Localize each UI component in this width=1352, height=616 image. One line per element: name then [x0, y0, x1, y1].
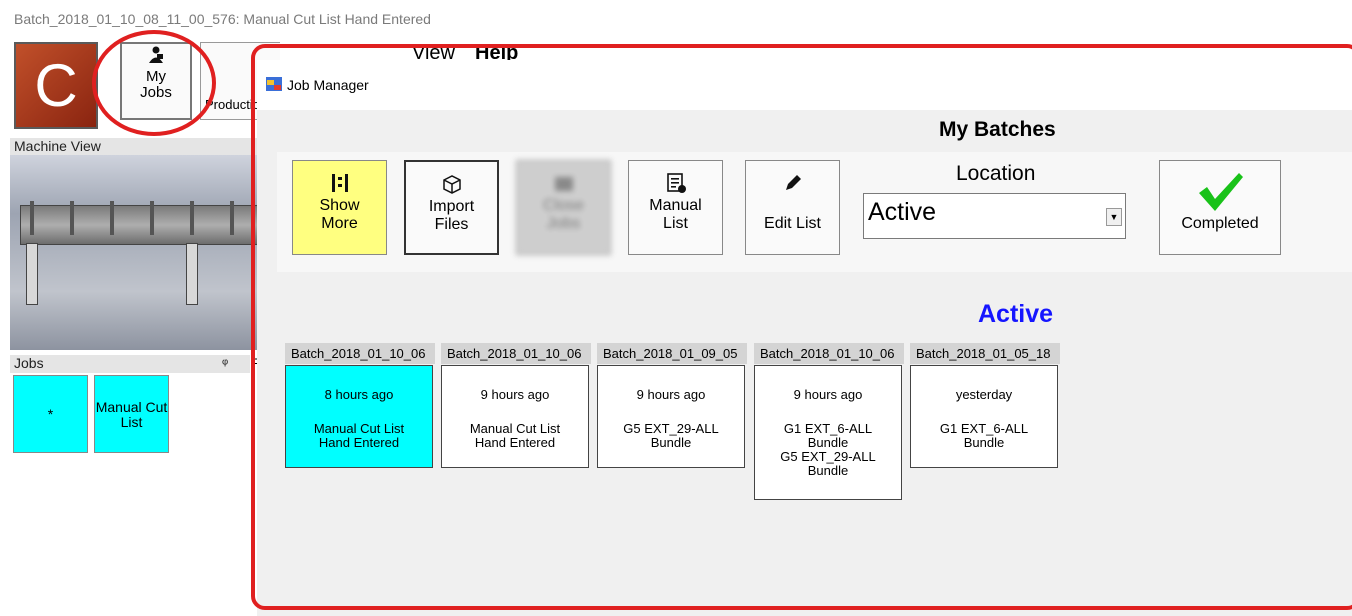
box-icon [406, 172, 497, 198]
import-files-label-1: Import [428, 198, 475, 215]
batch-desc-line: Manual Cut List [469, 421, 561, 436]
batch-time: 9 hours ago [636, 387, 706, 402]
batch-card[interactable]: 9 hours ago G1 EXT_6-ALL Bundle G5 EXT_2… [754, 365, 902, 500]
batch-tab[interactable]: Batch_2018_01_09_05 [597, 343, 747, 364]
machine-view [10, 155, 272, 350]
import-files-button[interactable]: Import Files [404, 160, 499, 255]
window-title-text: Job Manager [287, 77, 369, 93]
page-title: My Batches [939, 118, 1056, 141]
batch-desc-line: Bundle [807, 463, 849, 478]
app-logo[interactable]: C [14, 42, 98, 129]
folder-icon [517, 171, 610, 197]
batch-card-selected[interactable]: 8 hours ago Manual Cut List Hand Entered [285, 365, 433, 468]
batch-desc-line: G5 EXT_29-ALL [623, 421, 719, 436]
batch-time: 9 hours ago [480, 387, 550, 402]
machine-leg [186, 243, 198, 305]
batch-card[interactable]: 9 hours ago Manual Cut List Hand Entered [441, 365, 589, 468]
machine-post [70, 201, 74, 235]
batch-desc-line: Bundle [650, 435, 692, 450]
machine-post [30, 201, 34, 235]
machine-post [110, 201, 114, 235]
edit-list-label: Edit List [764, 215, 821, 232]
batch-card[interactable]: 9 hours ago G5 EXT_29-ALL Bundle [597, 365, 745, 468]
title-bar [257, 60, 1352, 110]
location-value: Active [868, 198, 937, 226]
batch-card[interactable]: yesterday G1 EXT_6-ALL Bundle [910, 365, 1058, 468]
jobs-tile[interactable]: Manual Cut List [94, 375, 169, 453]
close-jobs-label-1: Close [543, 197, 584, 214]
machine-post [150, 201, 154, 235]
completed-label: Completed [1181, 215, 1259, 232]
highlight-circle [92, 30, 216, 136]
batch-desc-line: Bundle [963, 435, 1005, 450]
edit-list-button[interactable]: Edit List [745, 160, 840, 255]
show-more-button[interactable]: Show More [292, 160, 387, 255]
section-title: Active [978, 300, 1054, 328]
batch-tab[interactable]: Batch_2018_01_05_18 [910, 343, 1060, 364]
jobs-tile[interactable]: * [13, 375, 88, 453]
batch-time: 9 hours ago [793, 387, 863, 402]
manual-list-label-1: Manual [649, 197, 702, 214]
machine-post [230, 201, 234, 235]
location-label: Location [956, 162, 1036, 185]
location-select[interactable]: Active ▼ [863, 193, 1126, 239]
batch-tab[interactable]: Batch_2018_01_10_06 [441, 343, 591, 364]
batch-desc-line: Hand Entered [474, 435, 556, 450]
list-add-icon [629, 171, 722, 197]
dropdown-arrow-icon[interactable]: ▼ [1106, 208, 1122, 226]
batch-desc-line: G5 EXT_29-ALL [780, 449, 876, 464]
machine-view-header: Machine View [10, 138, 270, 156]
expand-list-icon [293, 171, 386, 197]
app-logo-letter: C [34, 51, 78, 119]
jobs-tile-label: Manual Cut List [95, 399, 168, 430]
machine-leg [26, 243, 38, 305]
show-more-label-2: More [321, 215, 358, 232]
batch-desc-line: Manual Cut List [313, 421, 405, 436]
manual-list-button[interactable]: Manual List [628, 160, 723, 255]
close-jobs-label-2: Jobs [546, 215, 581, 232]
batch-desc-line: G1 EXT_6-ALL [939, 421, 1029, 436]
batch-desc-line: G1 EXT_6-ALL [783, 421, 873, 436]
machine-beam [20, 205, 272, 245]
close-jobs-button[interactable]: Close Jobs [516, 160, 611, 255]
checkmark-icon [1160, 169, 1280, 215]
machine-post [190, 201, 194, 235]
jobs-header-label: Jobs [14, 355, 44, 371]
batch-tab[interactable]: Batch_2018_01_10_06 [754, 343, 904, 364]
batch-time: yesterday [955, 387, 1013, 402]
batch-desc-line: Hand Entered [318, 435, 400, 450]
batch-tab[interactable]: Batch_2018_01_10_06 [285, 343, 435, 364]
job-manager-window: Job Manager My Batches Show More Import … [257, 60, 1352, 616]
show-more-label-1: Show [319, 197, 360, 214]
import-files-label-2: Files [434, 216, 469, 233]
window-icon [266, 76, 282, 92]
pencil-icon [746, 171, 839, 197]
machine-view-label: Machine View [14, 138, 101, 154]
completed-button[interactable]: Completed [1159, 160, 1281, 255]
manual-list-label-2: List [663, 215, 688, 232]
jobs-tile-label: * [47, 406, 54, 422]
pin-icon[interactable]: ᵠ [222, 355, 228, 372]
batch-desc-line: Bundle [807, 435, 849, 450]
batch-time: 8 hours ago [324, 387, 394, 402]
jobs-header: Jobs ᵠ [10, 355, 250, 373]
window-title: Batch_2018_01_10_08_11_00_576: Manual Cu… [14, 11, 431, 27]
